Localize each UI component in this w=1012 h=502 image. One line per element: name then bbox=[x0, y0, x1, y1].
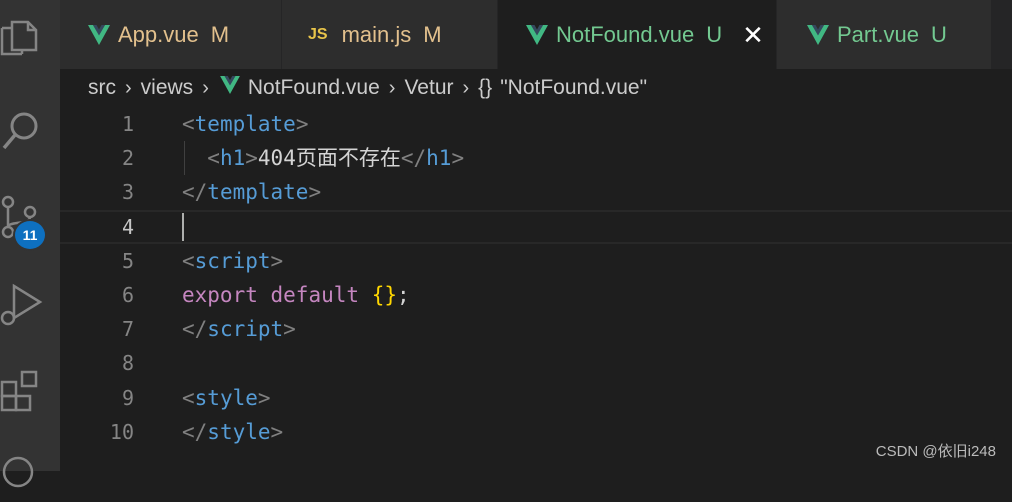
close-icon[interactable]: ✕ bbox=[742, 22, 764, 48]
vue-icon bbox=[526, 24, 548, 45]
tab-bar: App.vue M JS main.js M NotFound.vue U ✕ … bbox=[60, 0, 1012, 69]
breadcrumb-item-vetur[interactable]: Vetur bbox=[404, 76, 453, 100]
code-text: <script> bbox=[182, 249, 284, 273]
activity-bar: 11 bbox=[0, 0, 60, 488]
line-number: 8 bbox=[121, 351, 134, 375]
tab-status: M bbox=[210, 21, 230, 47]
js-icon: JS bbox=[308, 25, 328, 43]
code-editor[interactable]: 1 <template> 2 <h1>404页面不存在</h1> 3 </tem… bbox=[60, 107, 1012, 471]
source-control-badge: 11 bbox=[15, 221, 45, 249]
tab-part-vue[interactable]: Part.vue U bbox=[777, 0, 992, 69]
line-number: 4 bbox=[121, 215, 134, 239]
account-icon[interactable] bbox=[0, 450, 48, 498]
chevron-right-icon: › bbox=[462, 76, 470, 99]
run-debug-icon[interactable] bbox=[0, 280, 48, 328]
code-line: 2 <h1>404页面不存在</h1> bbox=[60, 141, 1012, 175]
search-icon[interactable] bbox=[0, 104, 48, 152]
code-text: </script> bbox=[182, 317, 296, 341]
tab-notfound-vue[interactable]: NotFound.vue U ✕ bbox=[498, 0, 777, 69]
watermark: CSDN @依旧i248 bbox=[875, 443, 996, 460]
tab-status: U bbox=[706, 21, 723, 47]
code-text: <template> bbox=[182, 112, 309, 136]
tab-label: Part.vue bbox=[837, 21, 919, 47]
tab-label: App.vue bbox=[118, 21, 199, 47]
line-number: 6 bbox=[121, 283, 134, 307]
code-line: 9 <style> bbox=[60, 381, 1012, 415]
breadcrumb-item-file[interactable]: NotFound.vue bbox=[248, 76, 380, 100]
code-line: 1 <template> bbox=[60, 107, 1012, 141]
code-text: export default {}; bbox=[182, 283, 410, 307]
breadcrumb-symbol[interactable]: "NotFound.vue" bbox=[500, 76, 647, 100]
line-number: 1 bbox=[121, 112, 134, 136]
vue-icon bbox=[88, 24, 110, 45]
line-number: 3 bbox=[121, 180, 134, 204]
code-line: 5 <script> bbox=[60, 244, 1012, 278]
breadcrumb-item-views[interactable]: views bbox=[141, 76, 194, 100]
chevron-right-icon: › bbox=[202, 76, 209, 99]
vue-icon bbox=[219, 76, 240, 100]
extensions-icon[interactable] bbox=[0, 368, 48, 416]
code-text: </style> bbox=[182, 420, 284, 444]
line-number: 10 bbox=[109, 420, 134, 444]
files-icon[interactable] bbox=[0, 14, 48, 62]
vue-icon bbox=[807, 24, 829, 45]
code-line: 8 bbox=[60, 346, 1012, 380]
text-cursor bbox=[182, 213, 184, 241]
braces-icon: {} bbox=[478, 76, 493, 99]
current-line: 4 bbox=[60, 210, 1012, 244]
tab-label: NotFound.vue bbox=[556, 21, 695, 47]
tab-status: U bbox=[930, 21, 947, 47]
breadcrumb-item-src[interactable]: src bbox=[88, 76, 116, 100]
code-text: <h1>404页面不存在</h1> bbox=[207, 146, 465, 170]
code-line: 6 export default {}; bbox=[60, 278, 1012, 312]
chevron-right-icon: › bbox=[388, 76, 396, 99]
code-line: 10 </style> bbox=[60, 415, 1012, 449]
chevron-right-icon: › bbox=[125, 76, 132, 99]
line-number: 2 bbox=[121, 146, 134, 170]
tab-main-js[interactable]: JS main.js M bbox=[282, 0, 498, 69]
code-text: <style> bbox=[182, 386, 271, 410]
line-number: 7 bbox=[121, 317, 134, 341]
tab-status: M bbox=[423, 21, 442, 47]
line-number: 9 bbox=[121, 386, 134, 410]
tab-label: main.js bbox=[341, 21, 412, 47]
tab-app-vue[interactable]: App.vue M bbox=[60, 0, 282, 69]
line-number: 5 bbox=[121, 249, 134, 273]
code-line: 3 </template> bbox=[60, 175, 1012, 209]
code-line: 7 </script> bbox=[60, 312, 1012, 346]
breadcrumb: src › views › NotFound.vue › Vetur › {} … bbox=[88, 72, 647, 104]
code-text: </template> bbox=[182, 180, 322, 204]
